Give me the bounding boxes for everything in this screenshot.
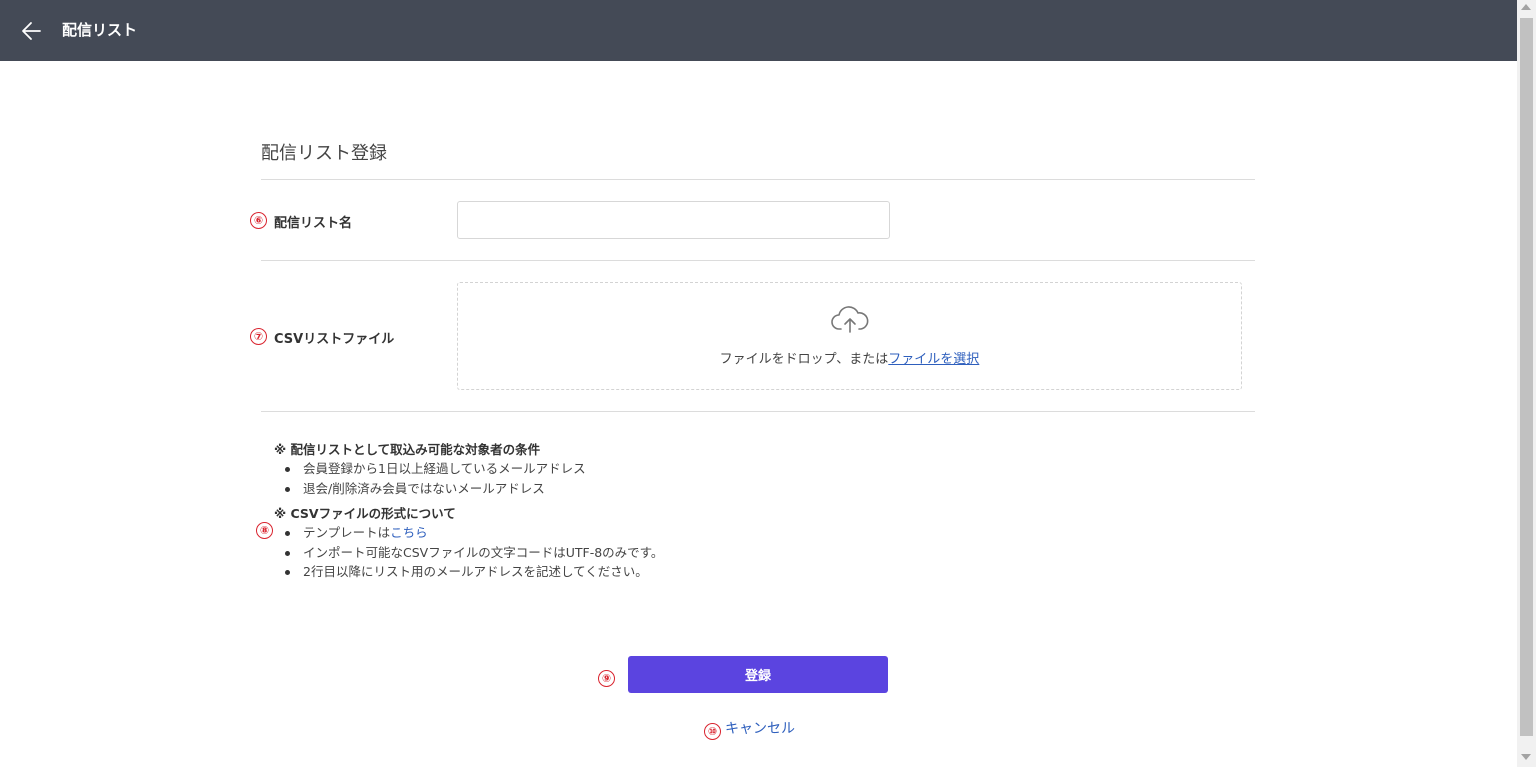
list-item: テンプレートはこちら [285,523,663,543]
annotation-marker-6: ⑥ [250,212,267,229]
section-title: 配信リスト登録 [261,143,387,164]
list-item: 会員登録から1日以上経過しているメールアドレス [285,459,663,479]
csv-file-dropzone[interactable]: ファイルをドロップ、またはファイルを選択 [457,282,1242,390]
page-title: 配信リスト [62,21,138,39]
scroll-down-arrow-icon[interactable] [1521,754,1531,760]
select-file-link[interactable]: ファイルを選択 [888,352,979,367]
arrow-left-icon[interactable] [18,17,46,45]
cloud-upload-icon [831,306,869,333]
format-heading: ※ CSVファイルの形式について [274,506,456,521]
cancel-link[interactable]: キャンセル [725,718,795,738]
conditions-list: 会員登録から1日以上経過しているメールアドレス 退会/削除済み会員ではないメール… [274,459,663,498]
list-name-input[interactable] [457,201,890,239]
drop-instructions: ファイルをドロップ、またはファイルを選択 [458,348,1241,367]
scroll-up-arrow-icon[interactable] [1521,4,1531,10]
scroll-thumb[interactable] [1520,18,1533,736]
annotation-marker-9: ⑨ [598,670,615,687]
list-item: 2行目以降にリスト用のメールアドレスを記述してください。 [285,562,663,582]
template-prefix: テンプレートは [303,525,391,540]
vertical-scrollbar[interactable] [1517,0,1536,767]
template-link[interactable]: こちら [390,525,428,540]
divider [261,260,1255,261]
divider [261,411,1255,412]
drop-text: ファイルをドロップ、または [719,352,889,367]
annotation-marker-7: ⑦ [250,328,267,345]
conditions-heading: ※ 配信リストとして取込み可能な対象者の条件 [274,442,541,457]
annotation-marker-8: ⑧ [256,522,273,539]
notes-section: ※ 配信リストとして取込み可能な対象者の条件 会員登録から1日以上経過しているメ… [274,440,663,582]
list-item: 退会/削除済み会員ではないメールアドレス [285,479,663,499]
format-list: テンプレートはこちら インポート可能なCSVファイルの文字コードはUTF-8のみ… [274,523,663,582]
list-name-label: 配信リスト名 [274,216,353,231]
top-bar: 配信リスト [0,0,1517,61]
annotation-marker-10: ⑩ [704,723,721,740]
list-item: インポート可能なCSVファイルの文字コードはUTF-8のみです。 [285,543,663,563]
divider [261,179,1255,180]
register-button[interactable]: 登録 [628,656,888,693]
csv-file-label: CSVリストファイル [274,332,395,347]
